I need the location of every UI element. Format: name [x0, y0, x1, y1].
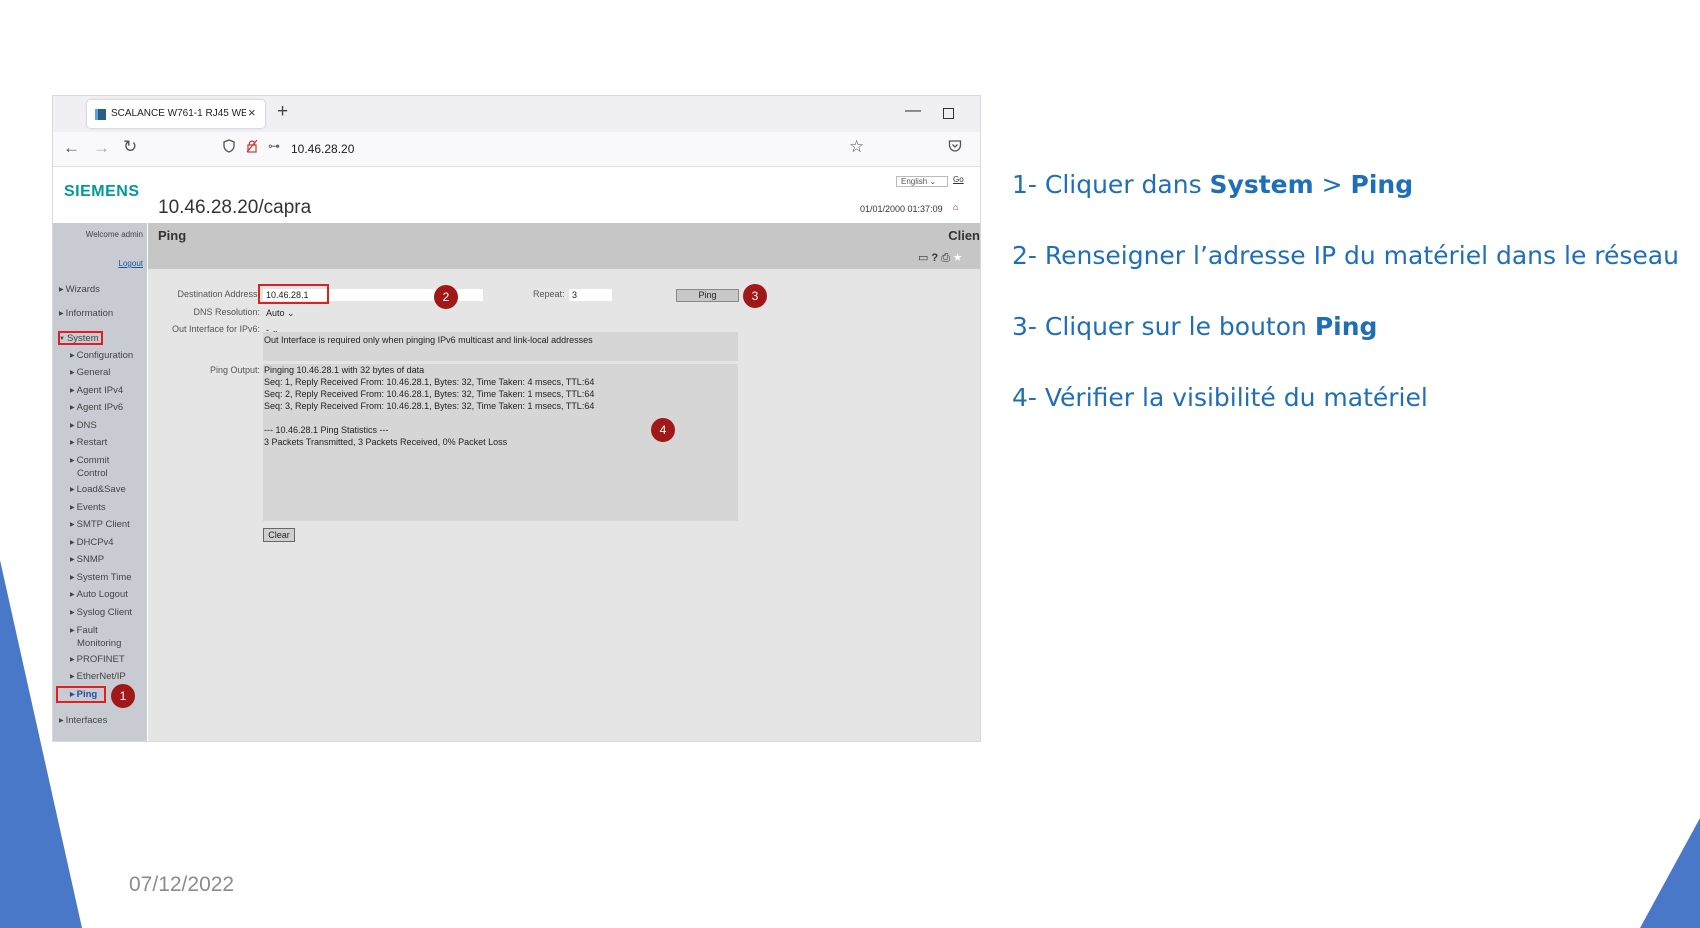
- instruction-step-1: 1- Cliquer dans System > Ping: [1012, 170, 1414, 199]
- nav-item-agent-ipv6[interactable]: ▶ Agent IPv6: [70, 402, 123, 415]
- device-datetime: 01/01/2000 01:37:09: [860, 204, 943, 214]
- step-badge-1: 1: [111, 684, 135, 708]
- logout-link[interactable]: Logout: [119, 259, 143, 268]
- step-badge-3: 3: [743, 284, 767, 308]
- nav-item-load-save[interactable]: ▶ Load&Save: [70, 484, 126, 497]
- instruction-step-3: 3- Cliquer sur le bouton Ping: [1012, 312, 1378, 341]
- nav-item-commit-control[interactable]: ▶ Commit Control: [70, 455, 109, 479]
- nav-item-events[interactable]: ▶ Events: [70, 502, 106, 515]
- out-interface-label: Out Interface for IPv6:: [171, 324, 260, 334]
- dns-resolution-select[interactable]: Auto ⌄: [266, 307, 295, 319]
- repeat-label: Repeat:: [533, 289, 565, 299]
- help-icon[interactable]: ?: [931, 252, 938, 264]
- print-icon[interactable]: ⎙: [941, 252, 950, 264]
- reload-icon[interactable]: ↻: [123, 137, 137, 157]
- favorite-icon[interactable]: ★: [953, 252, 962, 264]
- content-header: Ping Clien ▭ ? ⎙ ★: [148, 223, 980, 269]
- window-icon[interactable]: ▭: [918, 252, 928, 264]
- nav-item-configuration[interactable]: ▶ Configuration: [70, 350, 133, 363]
- output-line: Pinging 10.46.28.1 with 32 bytes of data: [264, 365, 425, 375]
- maximize-icon[interactable]: [943, 108, 954, 119]
- language-value: English: [901, 177, 928, 186]
- go-link[interactable]: Go: [953, 175, 964, 184]
- key-icon[interactable]: ⊶: [268, 139, 280, 153]
- pocket-icon[interactable]: [948, 139, 962, 152]
- content-title: Ping: [158, 228, 187, 243]
- tab-title: SCALANCE W761-1 RJ45 WEB M: [111, 108, 246, 119]
- instruction-step-2: 2- Renseigner l’adresse IP du matériel d…: [1012, 241, 1679, 270]
- new-tab-icon[interactable]: +: [277, 101, 288, 123]
- left-navigation: Welcome admin Logout ▶ Wizards ▶ Informati…: [53, 223, 147, 741]
- browser-tab[interactable]: SCALANCE W761-1 RJ45 WEB M ×: [87, 100, 265, 128]
- nav-item-dns[interactable]: ▶ DNS: [70, 420, 97, 433]
- nav-item-restart[interactable]: ▶ Restart: [70, 437, 107, 450]
- browser-window: SCALANCE W761-1 RJ45 WEB M × + — ← → ↻ ⊶…: [52, 95, 981, 742]
- clear-button[interactable]: Clear: [263, 528, 295, 542]
- nav-item-agent-ipv4[interactable]: ▶ Agent IPv4: [70, 385, 123, 398]
- destination-highlight: [258, 284, 329, 304]
- output-line: Seq: 3, Reply Received From: 10.46.28.1,…: [264, 401, 595, 411]
- nav-item-wizards[interactable]: ▶ Wizards: [59, 284, 100, 297]
- shield-icon[interactable]: [223, 139, 235, 153]
- nav-item-syslog-client[interactable]: ▶ Syslog Client: [70, 607, 132, 620]
- nav-item-dhcpv4[interactable]: ▶ DHCPv4: [70, 537, 114, 550]
- system-highlight: [58, 331, 103, 345]
- insecure-lock-icon[interactable]: [246, 139, 258, 153]
- nav-item-interfaces[interactable]: ▶ Interfaces: [59, 715, 107, 728]
- favicon-icon: [95, 109, 106, 120]
- ping-output-textarea[interactable]: Pinging 10.46.28.1 with 32 bytes of data…: [263, 364, 738, 521]
- output-line: Seq: 1, Reply Received From: 10.46.28.1,…: [264, 377, 595, 387]
- close-tab-icon[interactable]: ×: [248, 105, 256, 120]
- nav-item-auto-logout[interactable]: ▶ Auto Logout: [70, 589, 128, 602]
- welcome-text: Welcome admin: [85, 230, 143, 239]
- destination-label: Destination Address:: [177, 289, 260, 299]
- back-icon[interactable]: ←: [63, 138, 80, 158]
- dns-resolution-label: DNS Resolution:: [193, 307, 260, 317]
- ping-button[interactable]: Ping: [676, 289, 739, 302]
- nav-item-general[interactable]: ▶ General: [70, 367, 110, 380]
- repeat-input[interactable]: 3: [569, 289, 612, 301]
- nav-item-fault-monitoring[interactable]: ▶ Fault Monitoring: [70, 625, 121, 649]
- ping-content: Destination Address: 10.46.28.1 2 Repeat…: [148, 269, 980, 741]
- out-interface-note: Out Interface is required only when ping…: [263, 332, 738, 361]
- nav-item-snmp[interactable]: ▶ SNMP: [70, 554, 104, 567]
- right-decoration-triangle: [1640, 818, 1700, 928]
- nav-item-information[interactable]: ▶ Information: [59, 308, 113, 321]
- nav-item-system-time[interactable]: ▶ System Time: [70, 572, 132, 585]
- minimize-icon[interactable]: —: [905, 102, 921, 120]
- nav-item-ethernet-ip[interactable]: ▶ EtherNet/IP: [70, 671, 126, 684]
- siemens-web-page: English ⌄ Go SIEMENS 10.46.28.20/capra 0…: [53, 167, 980, 741]
- content-client-label: Clien: [948, 228, 980, 243]
- nav-item-smtp-client[interactable]: ▶ SMTP Client: [70, 519, 130, 532]
- siemens-logo: SIEMENS: [64, 183, 140, 200]
- ping-nav-highlight: [56, 686, 106, 703]
- clock-alert-icon: ⌂: [953, 202, 959, 212]
- language-select[interactable]: English ⌄: [896, 176, 948, 187]
- url-field[interactable]: 10.46.28.20: [291, 142, 354, 156]
- navigation-bar: ← → ↻ ⊶ 10.46.28.20 ☆: [53, 132, 980, 167]
- slide-date: 07/12/2022: [129, 873, 235, 896]
- step-badge-4: 4: [651, 418, 675, 442]
- output-line: Seq: 2, Reply Received From: 10.46.28.1,…: [264, 389, 595, 399]
- device-title: 10.46.28.20/capra: [158, 197, 312, 218]
- forward-icon[interactable]: →: [93, 138, 110, 158]
- tab-bar: SCALANCE W761-1 RJ45 WEB M × + —: [53, 96, 980, 132]
- bookmark-star-icon[interactable]: ☆: [849, 137, 864, 157]
- ping-output-label: Ping Output:: [209, 365, 260, 375]
- nav-item-profinet[interactable]: ▶ PROFINET: [70, 654, 125, 667]
- content-toolbar: ▭ ? ⎙ ★: [918, 251, 962, 265]
- step-badge-2: 2: [434, 285, 458, 309]
- instruction-step-4: 4- Vérifier la visibilité du matériel: [1012, 383, 1428, 412]
